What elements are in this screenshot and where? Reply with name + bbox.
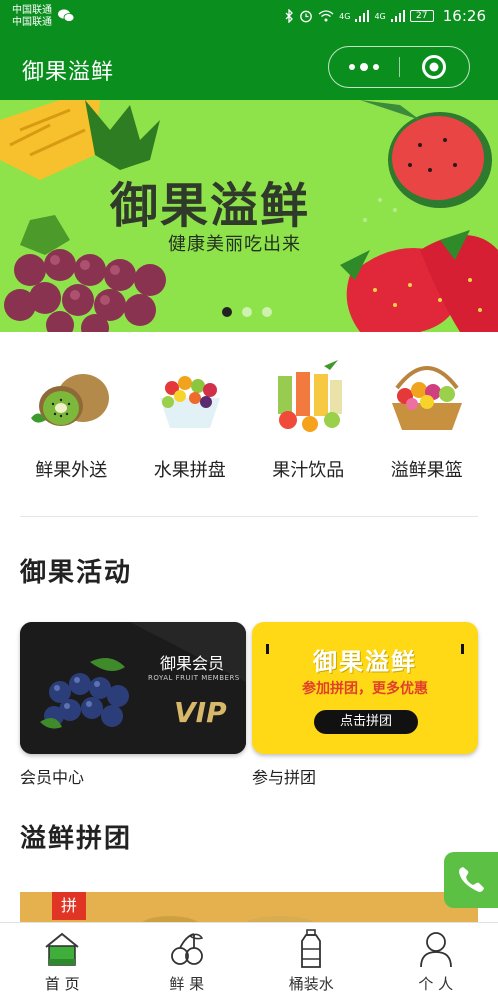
tab-home[interactable]: 首 页	[0, 923, 125, 996]
more-menu-button[interactable]	[329, 47, 399, 87]
vip-card-subtitle: ROYAL FRUIT MEMBERS	[148, 674, 240, 682]
category-grid: 鲜果外送 水果拼盘 果汁饮品 溢鲜果篮	[0, 358, 498, 482]
carousel-dot-1[interactable]	[222, 307, 232, 317]
battery-indicator: 27	[409, 10, 434, 22]
status-bar: 中国联通 中国联通 4G 4G 27 16:26	[0, 0, 498, 36]
network-type-1: 4G	[339, 11, 351, 21]
bottom-tab-bar: 首 页 鲜 果 桶装水 个 人	[0, 922, 498, 996]
category-label: 果汁饮品	[272, 460, 345, 481]
carousel-dot-2[interactable]	[242, 307, 252, 317]
fruit-basket-icon	[391, 366, 462, 430]
close-mini-program-button[interactable]	[400, 47, 470, 87]
group-tag: 拼	[52, 892, 86, 920]
call-button[interactable]	[444, 852, 498, 908]
network-type-2: 4G	[374, 11, 386, 21]
carousel-indicator	[222, 307, 272, 317]
user-icon	[419, 932, 452, 968]
category-label: 溢鲜果篮	[390, 460, 463, 481]
carrier-info: 中国联通 中国联通	[12, 5, 52, 29]
category-juice-drinks[interactable]: 果汁饮品	[253, 358, 363, 482]
phone-icon	[459, 867, 484, 892]
juice-icon	[278, 360, 343, 432]
water-bottle-icon	[301, 929, 322, 968]
tab-profile[interactable]: 个 人	[374, 923, 498, 996]
target-close-icon	[422, 55, 447, 79]
bluetooth-icon	[285, 9, 294, 23]
kiwi-icon	[31, 374, 110, 426]
group-buy-card[interactable]: 御果溢鲜 参加拼团，更多优惠 点击拼团	[252, 622, 478, 754]
tab-label: 鲜 果	[169, 975, 205, 993]
vip-card-title: 御果会员	[160, 654, 225, 673]
page-title: 御果溢鲜	[22, 60, 115, 85]
home-icon	[45, 932, 79, 966]
group-card-caption[interactable]: 参与拼团	[252, 764, 316, 788]
mini-program-capsule	[328, 46, 470, 88]
join-group-button[interactable]: 点击拼团	[314, 710, 418, 734]
carrier-name-2: 中国联通	[12, 17, 52, 28]
tab-label: 个 人	[418, 975, 454, 993]
cherry-icon	[170, 933, 203, 965]
alarm-icon	[300, 10, 313, 23]
activities-section-title: 御果活动	[20, 558, 133, 588]
clock: 16:26	[442, 7, 486, 25]
product-image-preview	[142, 916, 315, 922]
vip-card-caption[interactable]: 会员中心	[20, 764, 84, 788]
category-label: 鲜果外送	[35, 460, 108, 481]
signal-icon	[355, 10, 370, 22]
category-fruit-platter[interactable]: 水果拼盘	[135, 358, 245, 482]
category-label: 水果拼盘	[153, 460, 226, 481]
more-dots-icon	[348, 63, 379, 71]
vip-member-card[interactable]: 御果会员 ROYAL FRUIT MEMBERS VIP	[20, 622, 246, 754]
status-icons: 4G 4G 27 16:26	[285, 7, 486, 25]
top-bar: 中国联通 中国联通 4G 4G 27 16:26 御果溢鲜	[0, 0, 498, 100]
signal-icon-2	[390, 10, 405, 22]
wifi-icon	[318, 10, 334, 22]
tab-bottled-water[interactable]: 桶装水	[249, 923, 374, 996]
banner-subtitle: 健康美丽吃出来	[168, 234, 301, 255]
group-buy-item-preview[interactable]: 拼	[20, 892, 478, 922]
tab-label: 桶装水	[288, 975, 334, 993]
carrier-name-1: 中国联通	[12, 5, 52, 16]
banner-title: 御果溢鲜	[110, 178, 311, 234]
fruit-platter-icon	[159, 376, 220, 428]
carousel-dot-3[interactable]	[262, 307, 272, 317]
group-card-title: 御果溢鲜	[313, 648, 417, 676]
wechat-icon	[58, 9, 74, 22]
category-fruit-basket[interactable]: 溢鲜果篮	[372, 358, 482, 482]
group-buy-section-title: 溢鲜拼团	[20, 824, 133, 854]
section-divider	[20, 516, 478, 517]
blueberry-icon	[20, 622, 246, 754]
vip-mark: VIP	[174, 696, 227, 729]
category-fresh-fruit-delivery[interactable]: 鲜果外送	[16, 358, 126, 482]
group-card-subtitle: 参加拼团，更多优惠	[302, 681, 428, 697]
banner-carousel[interactable]: 御果溢鲜 健康美丽吃出来	[0, 100, 498, 332]
tab-label: 首 页	[44, 975, 80, 993]
tab-fresh-fruit[interactable]: 鲜 果	[125, 923, 250, 996]
